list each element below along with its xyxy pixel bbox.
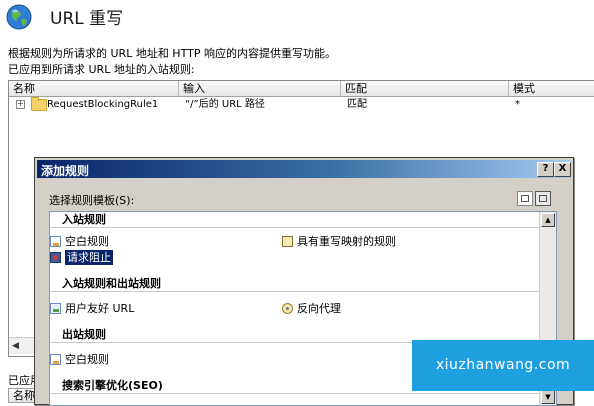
icon-view-button[interactable] (517, 191, 533, 206)
rule-input: “/”后的 URL 路径 (185, 99, 265, 110)
watermark-banner: xiuzhanwang.com (412, 340, 594, 391)
page-description: 根据规则为所请求的 URL 地址和 HTTP 响应的内容提供重写功能。 (8, 47, 336, 60)
expand-icon[interactable]: + (16, 100, 25, 109)
list-view-icon (539, 195, 547, 202)
template-label-text: 具有重写映射的规则 (297, 235, 396, 248)
section-divider (50, 393, 540, 394)
section-inbound: 入站规则 (62, 213, 106, 226)
template-label-text: 请求阻止 (65, 250, 113, 265)
rule-pattern: * (515, 99, 520, 110)
table-header: 名称 输入 匹配 模式 (9, 81, 594, 97)
dialog-title: 添加规则 (41, 164, 90, 178)
template-label: 选择规则模板(S): (49, 194, 135, 207)
reverse-proxy-icon (282, 303, 293, 314)
friendly-url-icon (50, 303, 61, 314)
column-header-input[interactable]: 输入 (179, 81, 341, 96)
template-label-text: 反向代理 (297, 302, 341, 315)
request-block-icon (50, 252, 61, 263)
section-divider (50, 227, 540, 228)
section-inbound-outbound: 入站规则和出站规则 (62, 277, 161, 290)
rewrite-map-icon (282, 236, 293, 247)
template-label-text: 空白规则 (65, 353, 109, 366)
help-button[interactable]: ? (537, 162, 554, 177)
scroll-down-icon[interactable]: ▼ (541, 390, 555, 404)
template-label-text: 空白规则 (65, 235, 109, 248)
close-button[interactable]: X (554, 162, 571, 177)
scroll-up-icon[interactable]: ▲ (541, 213, 555, 227)
globe-icon (6, 4, 32, 30)
dialog-titlebar[interactable]: 添加规则 ? X (37, 160, 571, 178)
rule-match: 匹配 (347, 99, 367, 110)
section-divider (50, 291, 540, 292)
page-title: URL 重写 (50, 9, 124, 29)
scroll-left-icon[interactable]: ◀ (12, 341, 19, 351)
list-view-button[interactable] (535, 191, 551, 206)
rule-name: RequestBlockingRule1 (47, 99, 159, 110)
blank-rule-icon (50, 354, 61, 365)
column-header-pattern[interactable]: 模式 (509, 81, 594, 96)
template-label-text: 用户友好 URL (65, 302, 135, 315)
blank-rule-icon (50, 236, 61, 247)
icon-view-icon (521, 195, 529, 202)
column-header-match[interactable]: 匹配 (341, 81, 509, 96)
table-row[interactable]: + RequestBlockingRule1 “/”后的 URL 路径 匹配 * (9, 97, 594, 112)
folder-icon (31, 97, 47, 111)
column-header-name[interactable]: 名称 (9, 81, 179, 96)
inbound-rules-label: 已应用到所请求 URL 地址的入站规则: (8, 63, 195, 76)
